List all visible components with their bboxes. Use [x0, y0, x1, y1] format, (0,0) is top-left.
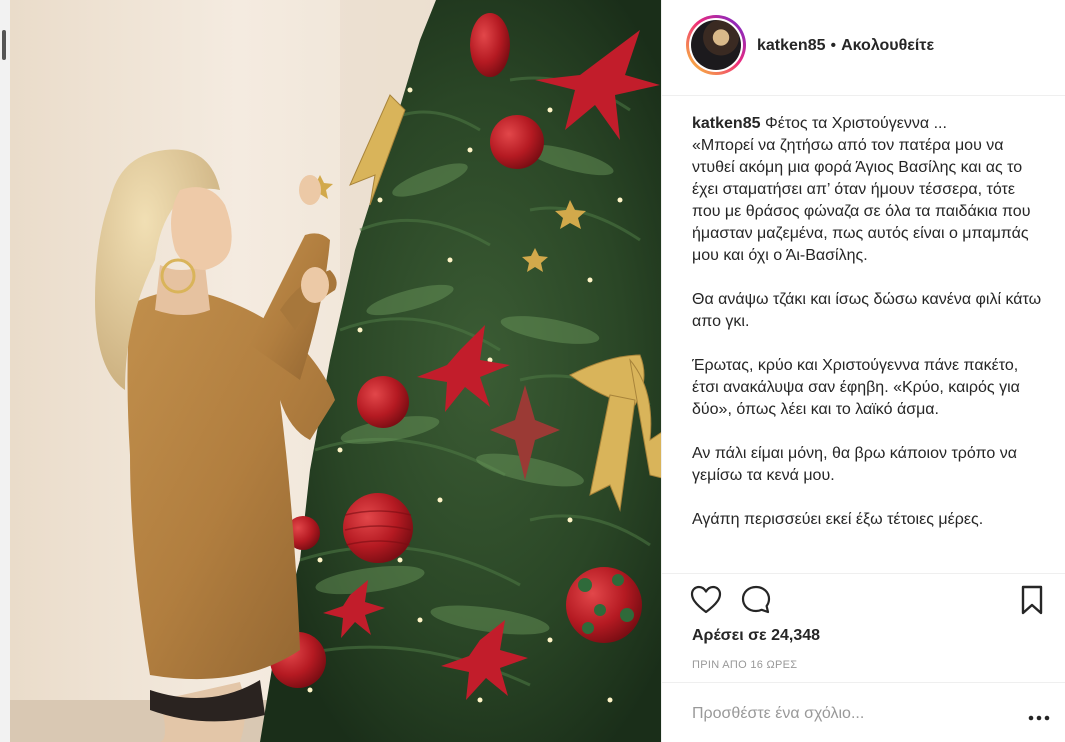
- comment-bar: [662, 682, 1065, 742]
- caption-paragraph: katken85 Φέτος τα Χριστούγεννα ... «Μπορ…: [692, 113, 1042, 267]
- photo-illustration: [10, 0, 661, 742]
- post-actions: Αρέσει σε 24,348 ΠΡΙΝ ΑΠΟ 16 ΩΡΕΣ: [662, 573, 1065, 689]
- heart-icon[interactable]: [690, 584, 722, 616]
- caption-text: Φέτος τα Χριστούγεννα ... «Μπορεί να ζητ…: [692, 115, 1031, 264]
- caption-username[interactable]: katken85: [692, 115, 761, 132]
- bookmark-icon[interactable]: [1018, 584, 1046, 616]
- avatar-frame: [689, 18, 743, 72]
- header-user-line: katken85 • Ακολουθείτε: [757, 37, 934, 55]
- likes-count[interactable]: Αρέσει σε 24,348: [692, 627, 820, 645]
- post-side-panel: katken85 • Ακολουθείτε katken85 Φέτος τα Χ…: [661, 0, 1065, 742]
- more-options-icon[interactable]: [1028, 709, 1050, 721]
- caption: katken85 Φέτος τα Χριστούγεννα ... «Μπορ…: [692, 113, 1042, 570]
- comment-input[interactable]: [690, 699, 1014, 729]
- caption-paragraph: Θα ανάψω τζάκι και ίσως δώσω κανένα φιλί…: [692, 291, 1042, 330]
- comment-bubble-icon[interactable]: [740, 584, 772, 616]
- post-photo[interactable]: [10, 0, 661, 742]
- avatar-image: [691, 20, 741, 70]
- instagram-post-page: katken85 • Ακολουθείτε katken85 Φέτος τα Χ…: [0, 0, 1065, 742]
- header-separator: •: [830, 37, 837, 54]
- post-timestamp[interactable]: ΠΡΙΝ ΑΠΟ 16 ΩΡΕΣ: [692, 659, 797, 671]
- caption-paragraph: Αν πάλι είμαι μόνη, θα βρω κάποιον τρόπο…: [692, 445, 1017, 484]
- avatar[interactable]: [686, 15, 746, 75]
- header-username[interactable]: katken85: [757, 37, 826, 54]
- caption-paragraph: Έρωτας, κρύο και Χριστούγεννα πάνε πακέτ…: [692, 357, 1020, 418]
- caption-paragraph: Αγάπη περισσεύει εκεί έξω τέτοιες μέρες.: [692, 511, 984, 528]
- follow-status-button[interactable]: Ακολουθείτε: [841, 37, 934, 54]
- post-header: katken85 • Ακολουθείτε: [662, 0, 1065, 96]
